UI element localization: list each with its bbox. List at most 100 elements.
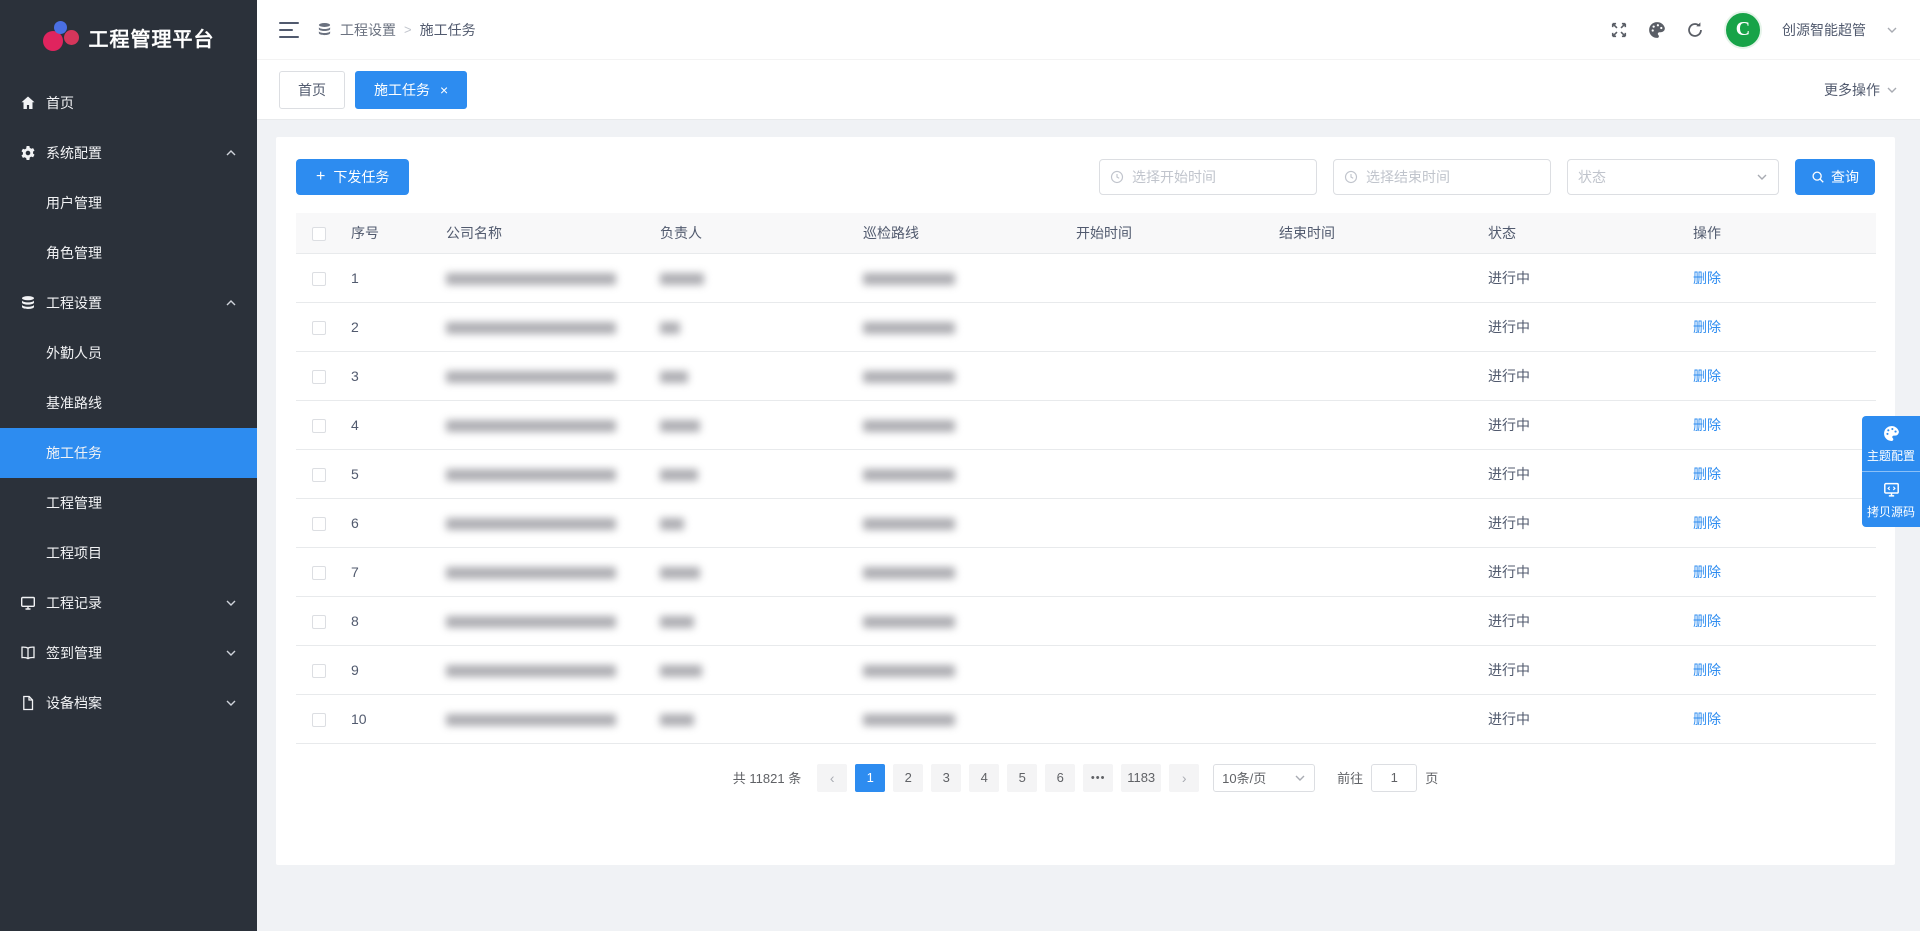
sidebar-group-checkin-management[interactable]: 签到管理 [0,628,257,678]
delete-link[interactable]: 删除 [1693,564,1721,580]
book-icon [20,645,36,661]
monitor-icon [20,595,36,611]
database-icon [317,22,332,37]
sidebar-group-project-settings[interactable]: 工程设置 [0,278,257,328]
cell-end-time [1269,302,1478,351]
delete-link[interactable]: 删除 [1693,417,1721,433]
cell-seq: 2 [341,302,436,351]
sidebar-group-project-records[interactable]: 工程记录 [0,578,257,628]
query-button[interactable]: 查询 [1795,159,1875,195]
start-time-input[interactable]: 选择开始时间 [1099,159,1317,195]
page-size-select[interactable]: 10条/页 [1213,764,1315,792]
end-time-input[interactable]: 选择结束时间 [1333,159,1551,195]
breadcrumb-root[interactable]: 工程设置 [340,20,396,40]
fullscreen-icon[interactable] [1610,21,1628,39]
row-checkbox[interactable] [312,713,326,727]
row-checkbox[interactable] [312,517,326,531]
user-name[interactable]: 创源智能超管 [1782,20,1866,40]
sidebar-item-home[interactable]: 首页 [0,78,257,128]
cell-start-time [1066,351,1269,400]
more-operations-dropdown[interactable]: 更多操作 [1824,80,1898,100]
sidebar-group-label: 签到管理 [46,643,102,663]
redacted-manager-name [660,322,680,334]
theme-config-button[interactable]: 主题配置 [1862,416,1920,472]
dispatch-task-button[interactable]: + 下发任务 [296,159,409,195]
cell-route [853,400,1066,449]
row-checkbox[interactable] [312,468,326,482]
sidebar-item-project-management[interactable]: 工程管理 [0,478,257,528]
delete-link[interactable]: 删除 [1693,466,1721,482]
page-number-button[interactable]: 4 [969,764,999,792]
cell-end-time [1269,351,1478,400]
redacted-company-name [446,371,616,383]
row-checkbox[interactable] [312,321,326,335]
page-number-button[interactable]: 5 [1007,764,1037,792]
page-number-button[interactable]: 1 [855,764,885,792]
delete-link[interactable]: 删除 [1693,368,1721,384]
sidebar-item-role-management[interactable]: 角色管理 [0,228,257,278]
tab-construction-task[interactable]: 施工任务 × [355,71,467,109]
row-checkbox[interactable] [312,370,326,384]
column-status: 状态 [1478,213,1683,253]
table-toolbar: + 下发任务 选择开始时间 选择结束时间 状态 [296,159,1875,195]
file-icon [20,695,36,711]
cell-end-time [1269,498,1478,547]
sidebar-group-label: 工程记录 [46,593,102,613]
delete-link[interactable]: 删除 [1693,270,1721,286]
end-time-placeholder: 选择结束时间 [1366,167,1450,187]
chevron-down-icon [225,597,237,609]
refresh-icon[interactable] [1686,21,1704,39]
cell-seq: 5 [341,449,436,498]
collapse-sidebar-icon[interactable] [279,22,299,38]
tab-home[interactable]: 首页 [279,71,345,109]
more-operations-label: 更多操作 [1824,80,1880,100]
sidebar-group-system-config[interactable]: 系统配置 [0,128,257,178]
delete-link[interactable]: 删除 [1693,319,1721,335]
page-number-button[interactable]: 1183 [1121,764,1161,792]
select-all-checkbox[interactable] [312,227,326,241]
page-number-button[interactable]: 6 [1045,764,1075,792]
sidebar-menu: 首页 系统配置 用户管理 角色管理 工程设置 外勤人 [0,78,257,728]
redacted-company-name [446,616,616,628]
redacted-route-name [863,518,955,530]
user-avatar[interactable]: C [1724,11,1762,49]
redacted-manager-name [660,420,700,432]
filters: 选择开始时间 选择结束时间 状态 查询 [1099,159,1875,195]
delete-link[interactable]: 删除 [1693,711,1721,727]
copy-source-button[interactable]: 拷贝源码 [1862,472,1920,527]
chevron-down-icon [225,647,237,659]
sidebar-item-base-route[interactable]: 基准路线 [0,378,257,428]
cell-route [853,302,1066,351]
cell-seq: 4 [341,400,436,449]
cell-status: 进行中 [1478,400,1683,449]
chevron-down-icon[interactable] [1886,24,1898,36]
row-checkbox[interactable] [312,566,326,580]
goto-page-input[interactable] [1371,764,1417,792]
redacted-route-name [863,665,955,677]
row-checkbox[interactable] [312,664,326,678]
close-tab-icon[interactable]: × [440,83,448,97]
row-checkbox[interactable] [312,419,326,433]
sidebar-item-label: 基准路线 [46,393,102,413]
prev-page-button[interactable]: ‹ [817,764,847,792]
sidebar-item-project-items[interactable]: 工程项目 [0,528,257,578]
sidebar-item-label: 工程项目 [46,543,102,563]
delete-link[interactable]: 删除 [1693,662,1721,678]
redacted-route-name [863,469,955,481]
sidebar-item-field-staff[interactable]: 外勤人员 [0,328,257,378]
next-page-button[interactable]: › [1169,764,1199,792]
row-checkbox[interactable] [312,615,326,629]
sidebar-group-device-archive[interactable]: 设备档案 [0,678,257,728]
delete-link[interactable]: 删除 [1693,613,1721,629]
page-number-button[interactable]: 2 [893,764,923,792]
palette-icon[interactable] [1648,21,1666,39]
page-number-button[interactable]: 3 [931,764,961,792]
delete-link[interactable]: 删除 [1693,515,1721,531]
table-row: 2 进行中 删除 [296,302,1876,351]
status-select[interactable]: 状态 [1567,159,1779,195]
sidebar-item-construction-task[interactable]: 施工任务 [0,428,257,478]
pagination-more-button[interactable]: ••• [1083,764,1113,792]
sidebar-item-user-management[interactable]: 用户管理 [0,178,257,228]
row-checkbox[interactable] [312,272,326,286]
cell-end-time [1269,694,1478,743]
